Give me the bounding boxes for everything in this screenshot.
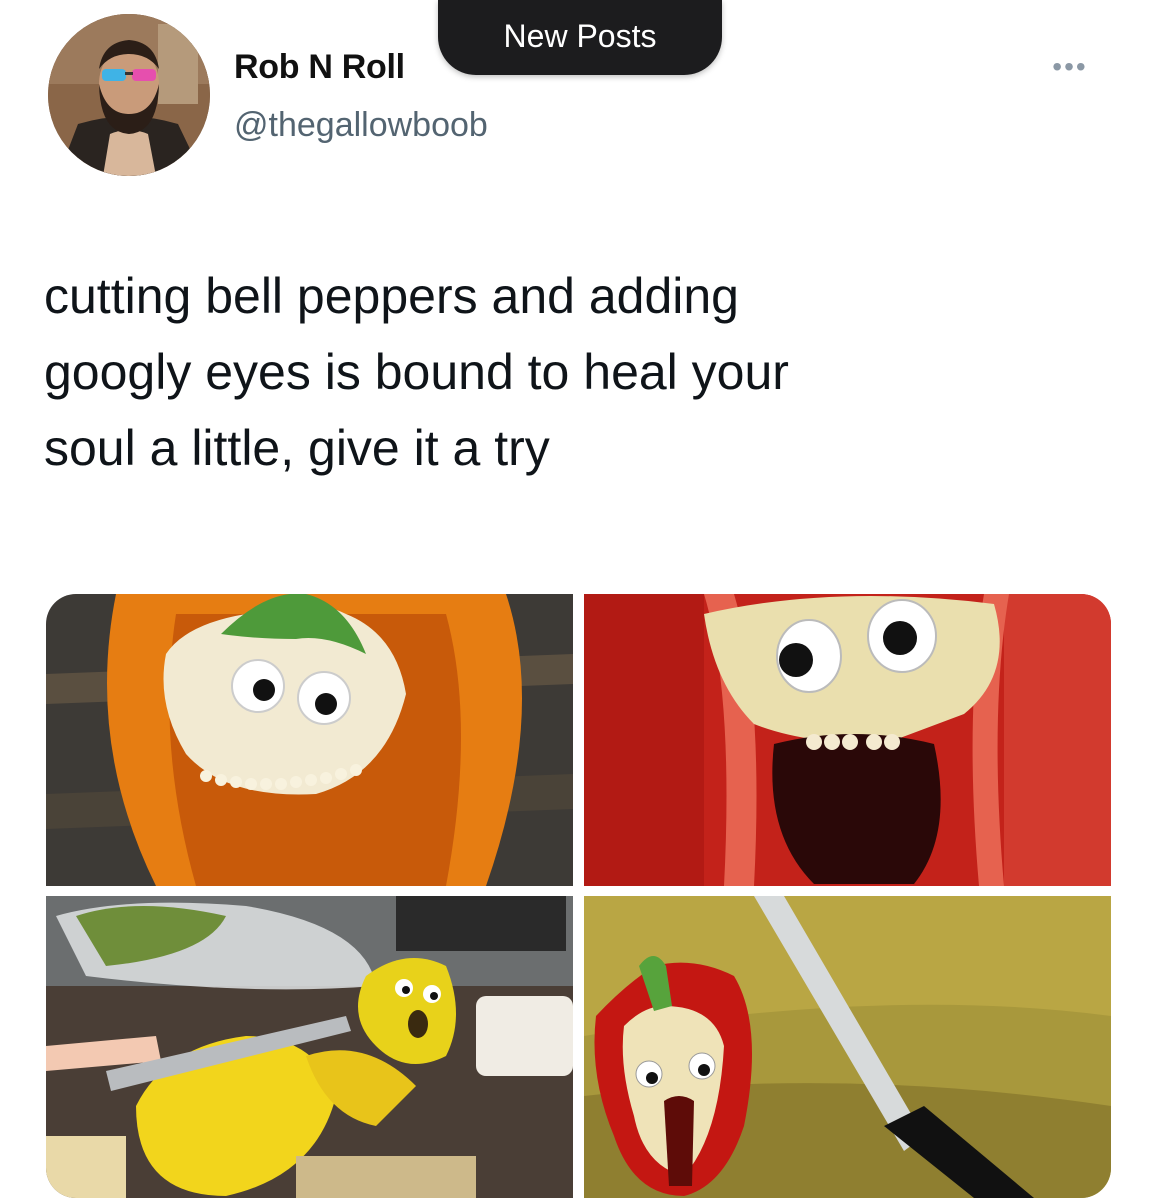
red-pepper-knife-image <box>584 896 1111 1198</box>
red-pepper-closeup-image <box>584 594 1111 886</box>
tweet-text-line: soul a little, give it a try <box>44 420 550 476</box>
tweet-text: cutting bell peppers and adding googly e… <box>44 258 1124 486</box>
avatar-photo <box>48 14 210 176</box>
yellow-pepper-slicing-image <box>46 896 573 1198</box>
more-options-icon[interactable]: ••• <box>1030 50 1110 84</box>
photo-yellow-pepper-slicing[interactable] <box>46 896 573 1198</box>
media-grid <box>46 594 1111 1198</box>
new-posts-button[interactable]: New Posts <box>438 0 722 75</box>
photo-red-pepper-knife[interactable] <box>584 896 1111 1198</box>
user-handle[interactable]: @thegallowboob <box>234 106 488 145</box>
avatar[interactable] <box>48 14 210 176</box>
photo-orange-pepper[interactable] <box>46 594 573 886</box>
display-name[interactable]: Rob N Roll <box>234 48 405 87</box>
orange-pepper-image <box>46 594 573 886</box>
tweet-text-line: googly eyes is bound to heal your <box>44 344 789 400</box>
tweet-text-line: cutting bell peppers and adding <box>44 268 739 324</box>
photo-red-pepper-closeup[interactable] <box>584 594 1111 886</box>
